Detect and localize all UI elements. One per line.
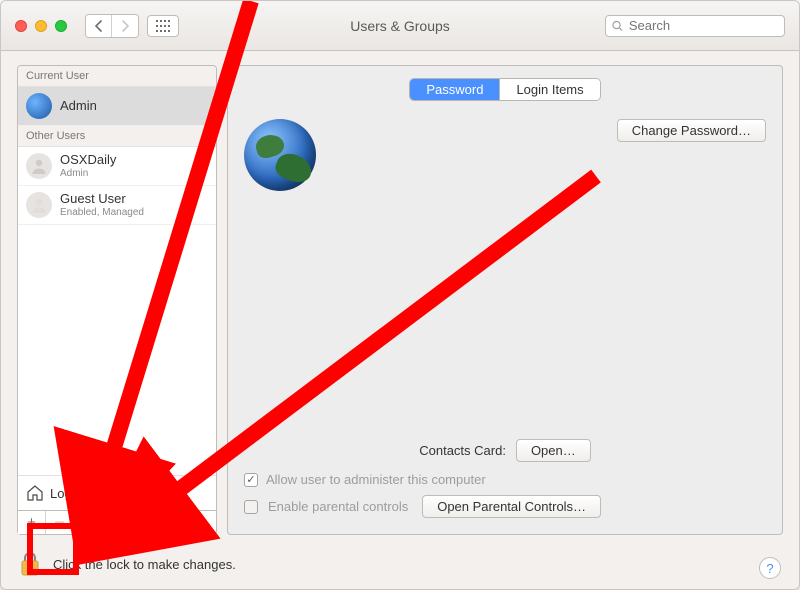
titlebar: Users & Groups bbox=[1, 1, 799, 51]
gear-icon bbox=[81, 516, 95, 530]
help-button[interactable]: ? bbox=[759, 557, 781, 579]
lock-icon[interactable] bbox=[17, 551, 43, 577]
forward-button[interactable] bbox=[112, 15, 138, 37]
main-panel: Password Login Items Change Password… Co… bbox=[227, 65, 783, 535]
login-options-label: Login Options bbox=[50, 486, 130, 501]
show-all-button[interactable] bbox=[147, 15, 179, 37]
user-role: Admin bbox=[60, 168, 116, 179]
admin-checkbox[interactable]: ✓ bbox=[244, 473, 258, 487]
avatar-earth-icon bbox=[26, 93, 52, 119]
login-options-row[interactable]: Login Options bbox=[18, 475, 216, 510]
open-parental-controls-button[interactable]: Open Parental Controls… bbox=[422, 495, 601, 518]
sidebar-actions: + − bbox=[17, 511, 217, 535]
parental-checkbox[interactable] bbox=[244, 500, 258, 514]
action-menu-button[interactable] bbox=[74, 511, 102, 534]
add-user-button[interactable]: + bbox=[18, 511, 46, 534]
content-area: Current User Admin Other Users OSXDaily … bbox=[1, 51, 799, 545]
tab-login-items[interactable]: Login Items bbox=[500, 79, 599, 100]
nav-back-forward bbox=[85, 14, 139, 38]
search-icon bbox=[612, 20, 623, 32]
change-password-button[interactable]: Change Password… bbox=[617, 119, 766, 142]
admin-checkbox-row: ✓ Allow user to administer this computer bbox=[244, 472, 766, 487]
lock-hint-text: Click the lock to make changes. bbox=[53, 557, 236, 572]
footer: Click the lock to make changes. ? bbox=[1, 545, 799, 589]
sidebar: Current User Admin Other Users OSXDaily … bbox=[17, 65, 217, 535]
search-input[interactable] bbox=[627, 17, 778, 34]
user-row-osxdaily[interactable]: OSXDaily Admin bbox=[18, 147, 216, 186]
preferences-window: Users & Groups Current User Admin Other … bbox=[0, 0, 800, 590]
contacts-card-row: Contacts Card: Open… bbox=[244, 399, 766, 462]
grid-icon bbox=[156, 20, 170, 32]
user-row-guest[interactable]: Guest User Enabled, Managed bbox=[18, 186, 216, 225]
zoom-icon[interactable] bbox=[55, 20, 67, 32]
tab-group: Password Login Items bbox=[409, 78, 600, 101]
house-icon bbox=[26, 484, 44, 502]
user-name: OSXDaily bbox=[60, 153, 116, 167]
back-button[interactable] bbox=[86, 15, 112, 37]
traffic-lights bbox=[15, 20, 67, 32]
parental-checkbox-label: Enable parental controls bbox=[268, 499, 408, 514]
user-header: Change Password… bbox=[244, 119, 766, 191]
user-role: Enabled, Managed bbox=[60, 207, 144, 218]
admin-checkbox-label: Allow user to administer this computer bbox=[266, 472, 486, 487]
close-icon[interactable] bbox=[15, 20, 27, 32]
user-row-admin[interactable]: Admin bbox=[18, 87, 216, 126]
open-contacts-button[interactable]: Open… bbox=[516, 439, 591, 462]
user-list: Current User Admin Other Users OSXDaily … bbox=[17, 65, 217, 511]
tab-password[interactable]: Password bbox=[410, 79, 500, 100]
search-field[interactable] bbox=[605, 15, 785, 37]
user-name: Admin bbox=[60, 99, 97, 113]
section-header-other: Other Users bbox=[18, 126, 216, 147]
section-header-current: Current User bbox=[18, 66, 216, 87]
minimize-icon[interactable] bbox=[35, 20, 47, 32]
contacts-card-label: Contacts Card: bbox=[419, 443, 506, 458]
avatar-person-icon bbox=[26, 192, 52, 218]
parental-row: Enable parental controls Open Parental C… bbox=[244, 495, 766, 518]
avatar-person-icon bbox=[26, 153, 52, 179]
user-name: Guest User bbox=[60, 192, 144, 206]
user-picture-earth-icon[interactable] bbox=[244, 119, 316, 191]
remove-user-button[interactable]: − bbox=[46, 511, 74, 534]
